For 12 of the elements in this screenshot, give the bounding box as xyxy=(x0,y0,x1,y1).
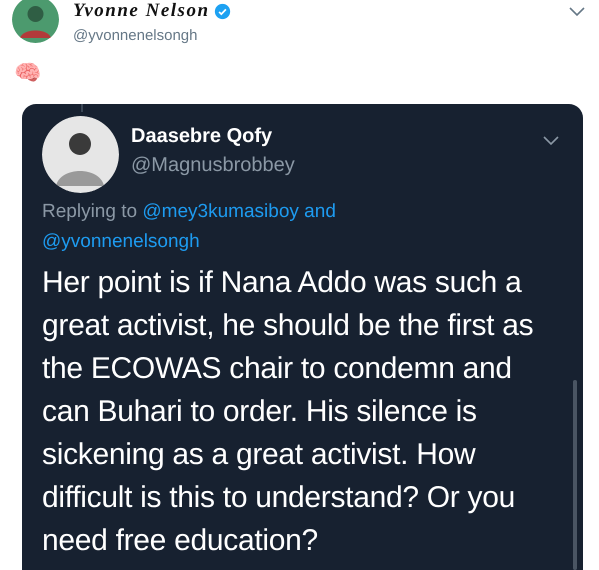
scrollbar[interactable] xyxy=(573,380,577,570)
avatar[interactable] xyxy=(42,116,119,193)
tweet-text: 🧠 xyxy=(14,60,41,85)
author-name[interactable]: Yvonne Nelson xyxy=(73,0,210,22)
chevron-down-icon[interactable] xyxy=(569,6,585,18)
tweet-text: Her point is if Nana Addo was such a great activist, he should be the first as the ECOWAS chair to condemn and can Buhari to order. His silence is sickening as a great activist. How difficult is this to understand? Or you need free education? xyxy=(42,265,534,559)
replying-to-text: Replying to @mey3kumasiboy and @yvonnenelsongh xyxy=(42,200,337,254)
author-handle[interactable]: @yvonnenelsongh xyxy=(73,27,231,44)
chevron-down-icon[interactable] xyxy=(543,136,559,146)
avatar[interactable] xyxy=(12,0,59,43)
author-name[interactable]: Daasebre Qofy xyxy=(131,124,295,148)
author-handle[interactable]: @Magnusbrobbey xyxy=(131,154,295,176)
